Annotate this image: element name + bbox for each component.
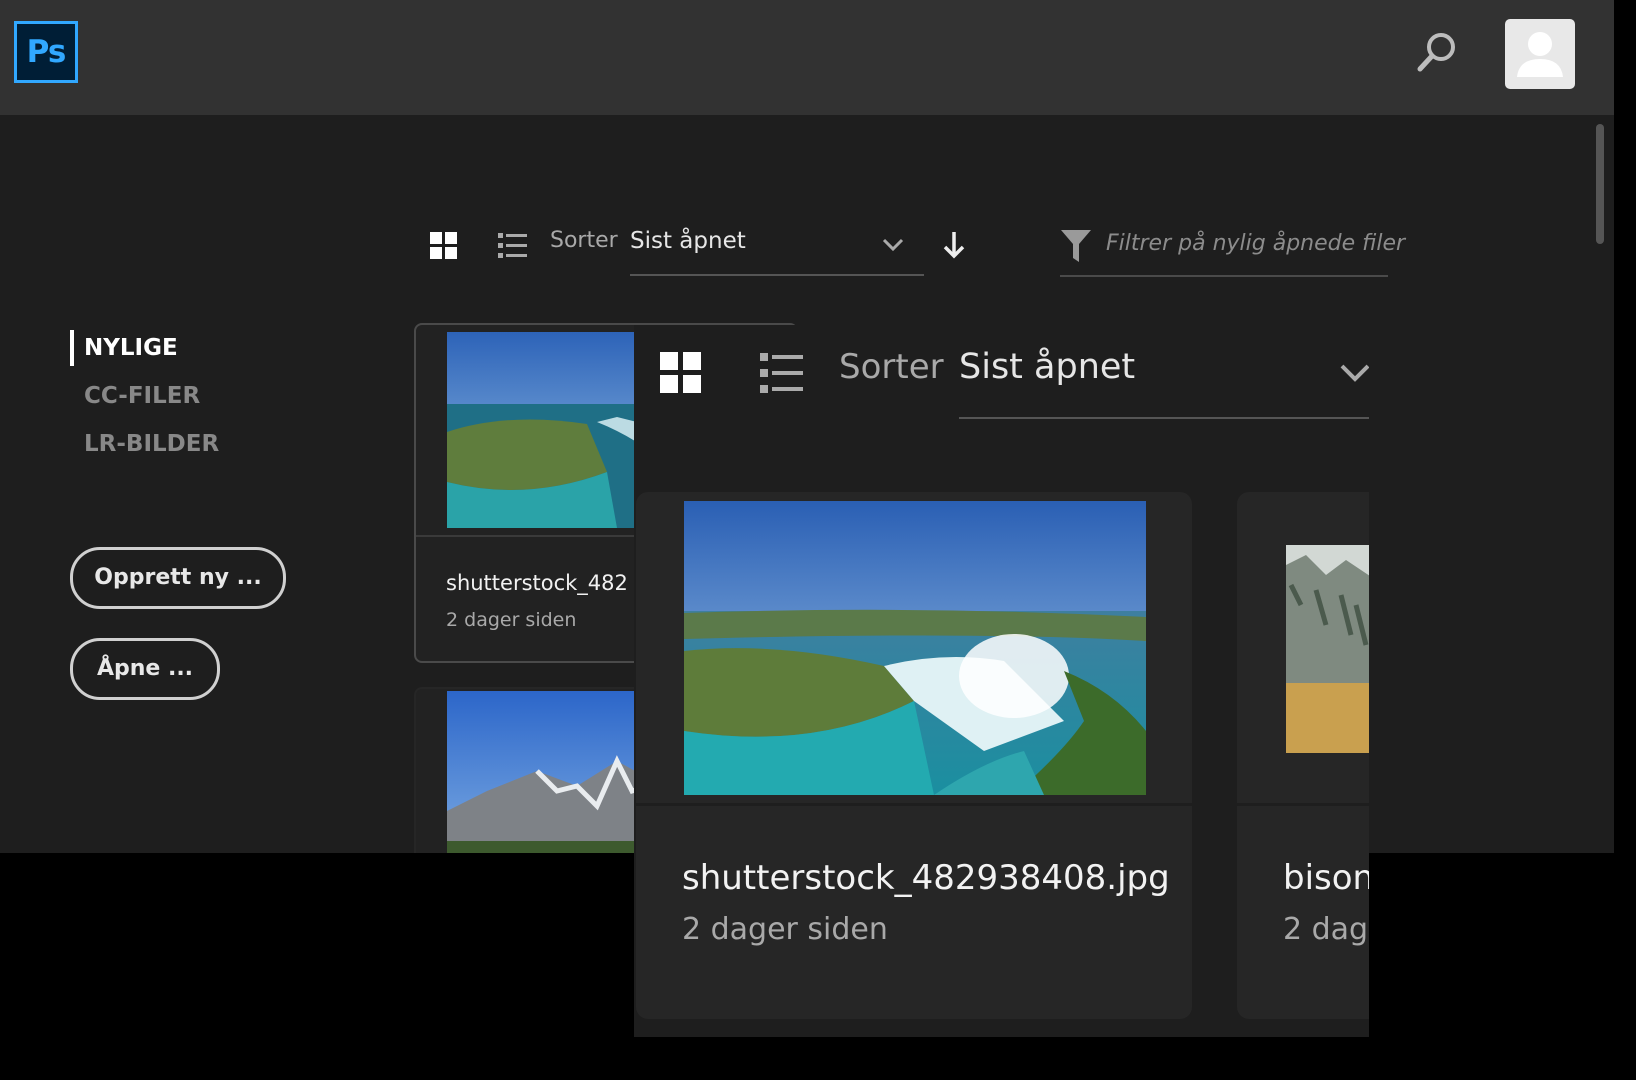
sort-dropdown[interactable]: Sist åpnet (630, 226, 924, 276)
file-card-large[interactable]: bison 2 dage (1237, 492, 1369, 1019)
scrollbar-thumb[interactable] (1596, 124, 1604, 244)
nav-item-recent[interactable]: NYLIGE (70, 330, 219, 366)
sort-dropdown-value: Sist åpnet (959, 347, 1136, 387)
file-thumbnail-niagara (684, 501, 1146, 795)
user-avatar-icon[interactable] (1505, 19, 1575, 89)
sort-direction-arrow-icon[interactable] (942, 230, 966, 264)
file-date: 2 dager siden (682, 912, 888, 947)
file-date: 2 dage (1283, 912, 1369, 947)
filter-input[interactable]: Filtrer på nylig åpnede filer (1060, 225, 1405, 277)
file-name: bison (1283, 858, 1369, 898)
sort-label: Sorter (550, 228, 618, 253)
top-bar: Ps (0, 0, 1614, 115)
file-name: shutterstock_482 (446, 571, 628, 595)
file-date: 2 dager siden (446, 609, 577, 631)
list-view-icon[interactable] (498, 232, 528, 264)
zoomed-detail-view: Sorter Sist åpnet shutterstock_482938408… (634, 325, 1369, 1037)
create-new-button[interactable]: Opprett ny ... (70, 547, 286, 609)
photoshop-logo: Ps (14, 21, 78, 83)
search-icon[interactable] (1412, 28, 1462, 78)
filter-icon (1061, 230, 1091, 262)
sort-dropdown[interactable]: Sist åpnet (959, 345, 1369, 419)
list-view-icon[interactable] (760, 352, 804, 398)
sort-dropdown-value: Sist åpnet (630, 228, 746, 254)
chevron-down-icon (1340, 364, 1369, 382)
file-thumbnail-bison (1286, 545, 1369, 753)
filter-placeholder: Filtrer på nylig åpnede filer (1106, 231, 1406, 256)
grid-view-icon[interactable] (430, 232, 458, 264)
sort-label: Sorter (839, 347, 944, 387)
side-nav: NYLIGE CC-FILER LR-BILDER (70, 330, 219, 474)
file-name: shutterstock_482938408.jpg (682, 858, 1170, 898)
file-card-large[interactable]: shutterstock_482938408.jpg 2 dager siden (636, 492, 1192, 1019)
grid-view-icon[interactable] (660, 352, 702, 398)
chevron-down-icon (882, 238, 904, 252)
open-button[interactable]: Åpne ... (70, 638, 220, 700)
nav-item-cc-files[interactable]: CC-FILER (70, 378, 219, 414)
nav-item-lr-photos[interactable]: LR-BILDER (70, 426, 219, 462)
